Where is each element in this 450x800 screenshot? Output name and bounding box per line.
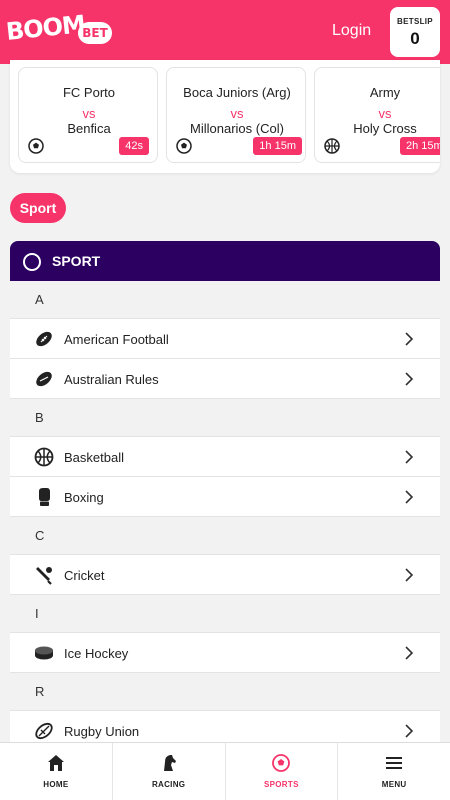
hockey-puck-icon [35,646,53,660]
sport-label: American Football [64,332,169,347]
chevron-right-icon [405,450,414,464]
nav-menu[interactable]: MENU [338,743,450,800]
letter-group-header: B [10,399,440,437]
chevron-right-icon [405,646,414,660]
panel-title: SPORT [52,253,101,269]
radio-circle-icon[interactable] [23,253,41,271]
sport-label: Australian Rules [64,372,159,387]
home-team: FC Porto [62,85,115,100]
american-football-icon [36,331,52,347]
australian-rules-icon [36,371,52,387]
soccer-ball-icon [272,754,291,772]
soccer-ball-icon [28,138,44,154]
chevron-right-icon [405,724,414,738]
match-card[interactable]: FC Porto vs Benfica 42s [18,67,158,163]
chevron-right-icon [405,332,414,346]
nav-racing[interactable]: RACING [113,743,226,800]
racing-icon [163,755,176,771]
bottom-nav: HOME RACING SPORTS MENU [0,742,450,800]
match-card[interactable]: Boca Juniors (Arg) vs Millonarios (Col) … [166,67,306,163]
rugby-ball-icon [35,722,53,740]
letter-group-header: A [10,281,440,319]
basketball-icon [324,138,340,154]
panel-header[interactable]: SPORT [10,241,440,281]
match-card[interactable]: Army vs Holy Cross 2h 15m [314,67,440,163]
sport-list-panel: SPORT A American Football Australian Rul… [10,241,440,761]
letter-group-header: R [10,673,440,711]
match-time-badge: 2h 15m [400,137,440,155]
chevron-right-icon [405,372,414,386]
nav-label: MENU [381,780,407,789]
nav-label: SPORTS [264,780,299,789]
betslip-label: BETSLIP [397,17,433,26]
vs-label: vs [378,106,392,121]
betslip-button[interactable]: BETSLIP 0 [390,7,440,57]
nav-home[interactable]: HOME [0,743,113,800]
sport-label: Cricket [64,568,105,583]
login-button[interactable]: Login [332,22,371,40]
boxing-glove-icon [39,488,50,506]
sport-item-cricket[interactable]: Cricket [10,555,440,595]
home-icon [47,755,64,771]
chevron-right-icon [405,490,414,504]
live-matches-strip[interactable]: FC Porto vs Benfica 42s Boca Juniors (Ar… [10,60,440,173]
logo-badge: BET [78,22,112,44]
sport-label: Boxing [64,490,104,505]
away-team: Benfica [67,121,111,136]
sport-item-american-football[interactable]: American Football [10,319,440,359]
sport-label: Basketball [64,450,124,465]
sport-item-boxing[interactable]: Boxing [10,477,440,517]
away-team: Millonarios (Col) [190,121,284,136]
nav-sports[interactable]: SPORTS [226,743,339,800]
sport-item-basketball[interactable]: Basketball [10,437,440,477]
sport-item-australian-rules[interactable]: Australian Rules [10,359,440,399]
sport-label: Rugby Union [64,724,140,739]
sport-filter-chip[interactable]: Sport [10,193,66,223]
top-bar: BOOM BET Login BETSLIP 0 [0,0,450,64]
sport-label: Ice Hockey [64,646,129,661]
chevron-right-icon [405,568,414,582]
nav-label: HOME [43,780,69,789]
vs-label: vs [82,106,96,121]
away-team: Holy Cross [353,121,417,136]
letter-group-header: C [10,517,440,555]
hamburger-menu-icon [386,757,403,769]
cricket-icon [36,567,52,585]
betslip-count: 0 [410,29,420,48]
home-team: Army [369,85,401,100]
home-team: Boca Juniors (Arg) [183,85,291,100]
vs-label: vs [230,106,244,121]
boombet-logo[interactable]: BOOM BET [5,10,112,50]
letter-group-header: I [10,595,440,633]
logo-text: BOOM [4,9,87,47]
basketball-icon [34,447,54,467]
soccer-ball-icon [176,138,192,154]
nav-label: RACING [151,780,186,789]
match-time-badge: 1h 15m [253,137,302,155]
match-time-badge: 42s [119,137,149,155]
sport-item-ice-hockey[interactable]: Ice Hockey [10,633,440,673]
